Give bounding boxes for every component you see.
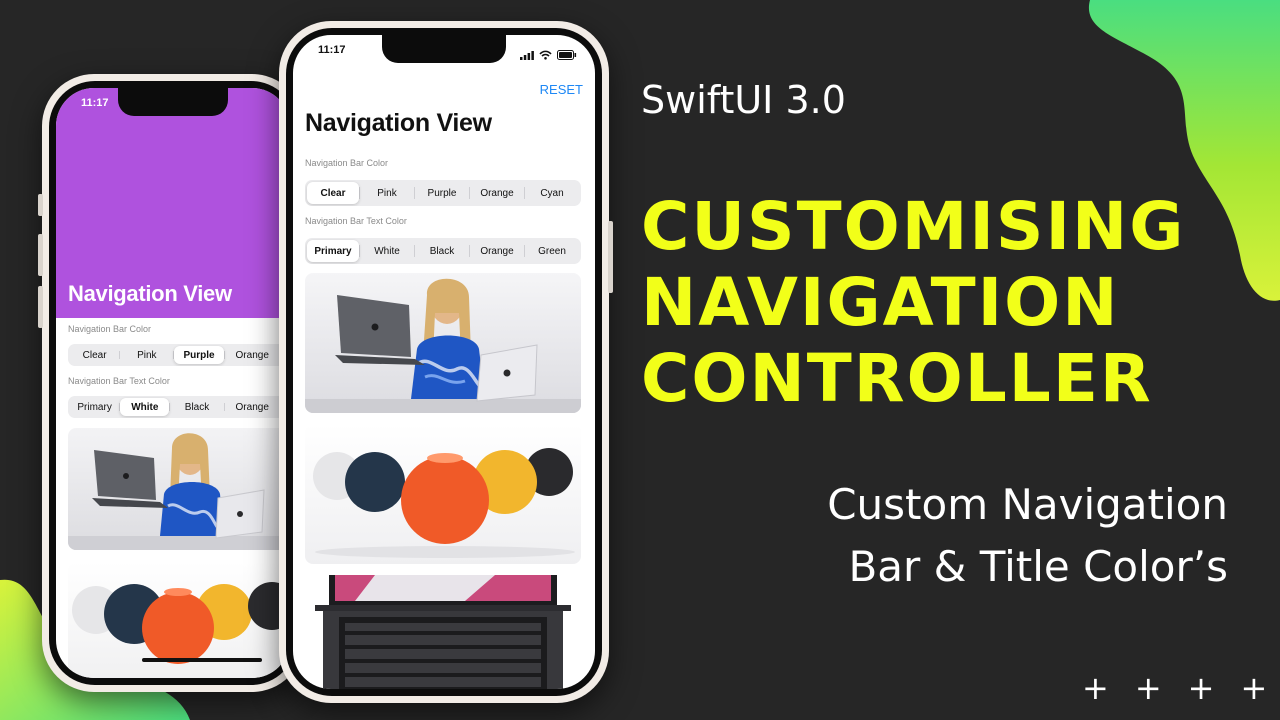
back-text-color-option[interactable]: Primary <box>70 398 119 416</box>
back-bar-color-picker[interactable]: Clear Pink Purple Orange C <box>68 344 290 366</box>
front-macbook-photo-card <box>315 575 571 689</box>
back-text-color-picker[interactable]: Primary White Black Orange C <box>68 396 290 418</box>
front-bar-color-option[interactable]: Purple <box>415 182 469 204</box>
back-phone-volume-down <box>38 286 43 328</box>
macbook-keyboard-illustration <box>315 575 571 689</box>
front-text-color-option[interactable]: White <box>360 240 414 262</box>
back-status-time: 11:17 <box>81 97 109 109</box>
wifi-icon <box>539 45 552 64</box>
front-text-color-option[interactable]: Green <box>525 240 579 262</box>
back-text-color-label: Navigation Bar Text Color <box>68 376 170 386</box>
back-laptop-photo-card <box>68 428 288 550</box>
front-text-color-option[interactable]: Black <box>415 240 469 262</box>
front-bar-color-picker[interactable]: Clear Pink Purple Orange Cyan <box>305 180 581 206</box>
front-text-color-option[interactable]: Orange <box>470 240 524 262</box>
front-bar-color-option-selected[interactable]: Clear <box>307 182 359 204</box>
front-laptop-photo-card <box>305 273 581 413</box>
front-bar-color-option[interactable]: Orange <box>470 182 524 204</box>
back-phone-side-button <box>38 194 43 216</box>
plus-icon: + <box>1187 669 1215 707</box>
back-nav-title: Navigation View <box>68 281 232 306</box>
front-homepod-photo-card <box>305 424 581 564</box>
apple-logo-icon <box>123 473 129 479</box>
cellular-signal-icon <box>520 45 534 64</box>
subtitle-line-2: Bar & Title Color’s <box>848 542 1228 591</box>
back-text-color-option-selected[interactable]: White <box>120 398 170 416</box>
swiftui-version-label: SwiftUI 3.0 <box>641 78 846 122</box>
front-status-icons <box>520 45 577 64</box>
back-bar-color-option-selected[interactable]: Purple <box>174 346 224 364</box>
front-bar-color-option[interactable]: Pink <box>360 182 414 204</box>
apple-logo-icon <box>371 323 379 331</box>
plus-icon: + <box>1082 669 1109 707</box>
homepod-mini-illustration <box>313 448 575 558</box>
back-home-indicator <box>142 658 262 662</box>
front-nav-title: Navigation View <box>305 109 492 137</box>
front-text-color-picker[interactable]: Primary White Black Orange Green <box>305 238 581 264</box>
plus-icon: + <box>1240 669 1268 707</box>
back-bar-color-label: Navigation Bar Color <box>68 324 152 334</box>
front-phone: 11:17 RESET Navigation View Navigation B… <box>279 21 613 703</box>
back-phone-volume-up <box>38 234 43 276</box>
battery-icon <box>557 45 577 64</box>
front-status-time: 11:17 <box>318 44 346 56</box>
front-bar-color-label: Navigation Bar Color <box>305 158 389 168</box>
back-phone-screen: 11:17 Navigation View Navigation Bar Col… <box>56 88 290 678</box>
back-bar-color-option[interactable]: Pink <box>120 346 173 364</box>
front-text-color-option-selected[interactable]: Primary <box>307 240 359 262</box>
plus-icon: + <box>1134 669 1162 707</box>
front-phone-notch <box>382 35 506 63</box>
back-bar-color-option[interactable]: Clear <box>70 346 119 364</box>
back-text-color-option[interactable]: Black <box>170 398 223 416</box>
headline-line-2: NAVIGATION <box>641 264 1120 341</box>
subtitle-line-1: Custom Navigation <box>827 480 1228 529</box>
back-phone: 11:17 Navigation View Navigation Bar Col… <box>38 74 304 692</box>
back-phone-notch <box>118 88 228 116</box>
back-text-color-option[interactable]: Orange <box>225 398 280 416</box>
reset-button[interactable]: RESET <box>540 82 583 97</box>
headline-line-3: CONTROLLER <box>641 340 1153 417</box>
front-bar-color-option[interactable]: Cyan <box>525 182 579 204</box>
laptop-person-illustration <box>68 433 288 550</box>
back-bar-color-option[interactable]: Orange <box>225 346 280 364</box>
laptop-person-illustration <box>305 278 581 413</box>
front-phone-power-button <box>608 221 613 293</box>
headline-line-1: CUSTOMISING <box>641 188 1186 265</box>
plus-decoration-row: + + + + <box>1082 672 1267 704</box>
front-phone-screen: 11:17 RESET Navigation View Navigation B… <box>293 35 595 689</box>
front-text-color-label: Navigation Bar Text Color <box>305 216 407 226</box>
